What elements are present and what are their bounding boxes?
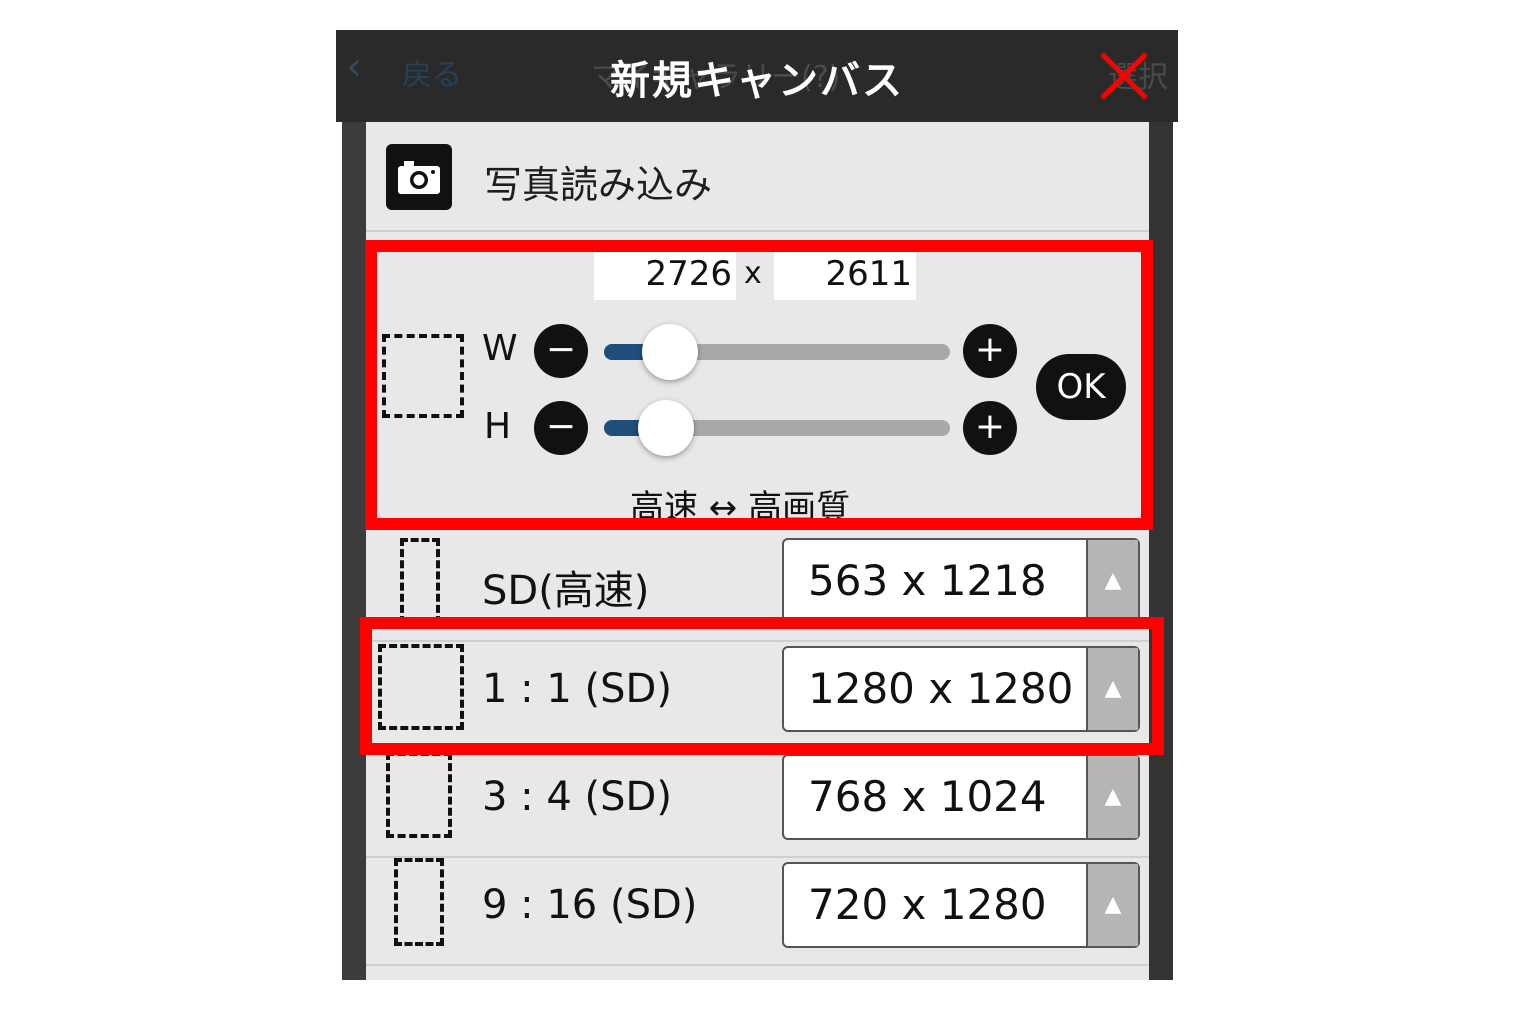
preset-label: SD(高速)	[482, 568, 650, 614]
camera-icon	[386, 144, 452, 210]
preset-size-value: 563 x 1218	[808, 556, 1047, 605]
dropdown-arrow-icon[interactable]: ▲	[1086, 540, 1138, 622]
preset-size-select[interactable]: 720 x 1280 ▲	[782, 862, 1140, 948]
preset-size-value: 768 x 1024	[808, 772, 1047, 821]
photo-import-label: 写真読み込み	[484, 163, 713, 207]
preset-row-3-4[interactable]: 3 : 4 (SD) 768 x 1024 ▲	[366, 748, 1149, 858]
aspect-preview	[394, 858, 444, 946]
highlight-custom-size	[365, 240, 1153, 530]
aspect-preview	[400, 538, 440, 624]
close-icon[interactable]	[1098, 50, 1150, 102]
photo-import-row[interactable]: 写真読み込み	[366, 122, 1149, 232]
preset-row-9-16[interactable]: 9 : 16 (SD) 720 x 1280 ▲	[366, 856, 1149, 966]
dropdown-arrow-icon[interactable]: ▲	[1086, 864, 1138, 946]
dialog-title: 新規キャンバス	[610, 58, 904, 104]
dropdown-arrow-icon[interactable]: ▲	[1086, 756, 1138, 838]
title-bar: ‹ 戻る マイギャラリー(?) 選択 新規キャンバス	[336, 30, 1178, 122]
preset-label: 3 : 4 (SD)	[482, 774, 672, 820]
preset-size-value: 720 x 1280	[808, 880, 1047, 929]
preset-size-select[interactable]: 768 x 1024 ▲	[782, 754, 1140, 840]
preset-size-select[interactable]: 563 x 1218 ▲	[782, 538, 1140, 624]
preset-label: 9 : 16 (SD)	[482, 882, 698, 928]
highlight-1-1-preset	[360, 617, 1164, 755]
aspect-preview	[386, 752, 452, 838]
